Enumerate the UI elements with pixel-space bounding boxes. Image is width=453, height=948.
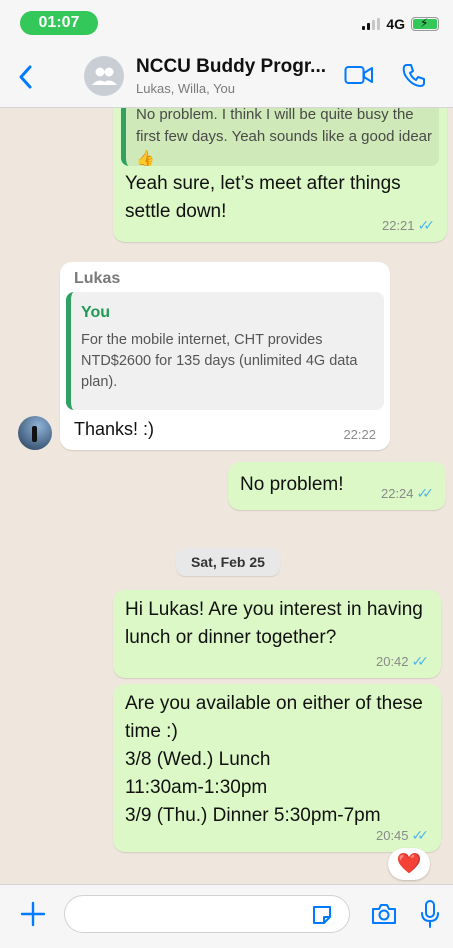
status-time: 01:07	[20, 11, 98, 35]
message-text: Are you available on either of these tim…	[125, 693, 423, 826]
quoted-text: For the mobile internet, CHT provides NT…	[81, 332, 358, 390]
message-bubble-outgoing[interactable]: No problem. I think I will be quite busy…	[113, 108, 447, 242]
signal-icon	[362, 18, 381, 30]
network-label: 4G	[386, 16, 405, 32]
message-meta: 22:21 ✓✓	[382, 217, 435, 234]
message-bubble-incoming[interactable]: Lukas You For the mobile internet, CHT p…	[60, 262, 390, 450]
chat-participants: Lukas, Willa, You	[136, 81, 236, 96]
group-avatar[interactable]	[84, 56, 124, 96]
quoted-sender: You	[81, 304, 111, 321]
message-text: Hi Lukas! Are you interest in having lun…	[125, 599, 423, 648]
message-bubble-outgoing[interactable]: No problem! 22:24 ✓✓	[228, 462, 446, 510]
sticker-button[interactable]	[310, 903, 334, 927]
message-input[interactable]	[64, 895, 350, 933]
message-time: 20:42	[375, 654, 409, 669]
message-time: 20:45	[375, 828, 409, 843]
message-time: 22:24	[380, 486, 414, 501]
status-bar: 01:07 4G ⚡	[0, 0, 453, 44]
message-meta: 22:24 ✓✓	[381, 485, 434, 502]
date-separator: Sat, Feb 25	[176, 548, 280, 576]
phone-icon	[402, 64, 425, 87]
video-call-button[interactable]	[344, 64, 374, 86]
message-input-bar	[0, 884, 453, 948]
chat-header: NCCU Buddy Progr... Lukas, Willa, You	[0, 44, 453, 108]
quoted-text: No problem. I think I will be quite busy…	[136, 108, 433, 167]
quoted-message[interactable]: You For the mobile internet, CHT provide…	[66, 292, 384, 410]
video-call-icon	[344, 66, 373, 84]
read-receipt-icon: ✓✓	[417, 217, 436, 233]
sender-name[interactable]: Lukas	[74, 270, 120, 288]
group-icon	[92, 67, 117, 85]
voice-call-button[interactable]	[401, 62, 427, 88]
camera-icon	[372, 904, 396, 924]
chat-messages[interactable]: No problem. I think I will be quite busy…	[0, 108, 453, 884]
camera-button[interactable]	[370, 901, 398, 927]
message-time: 22:21	[381, 218, 415, 233]
sender-avatar[interactable]	[18, 416, 52, 450]
attach-button[interactable]	[20, 901, 46, 927]
microphone-icon	[421, 900, 439, 928]
heart-reaction[interactable]: ❤️	[388, 848, 430, 880]
read-receipt-icon: ✓✓	[411, 827, 430, 843]
microphone-button[interactable]	[420, 899, 440, 929]
quoted-message[interactable]: No problem. I think I will be quite busy…	[121, 108, 439, 167]
plus-icon	[20, 901, 46, 927]
read-receipt-icon: ✓✓	[416, 485, 435, 501]
message-meta: 20:42 ✓✓	[376, 653, 429, 670]
status-indicators: 4G ⚡	[362, 14, 439, 34]
message-time: 22:22	[343, 427, 376, 442]
back-button[interactable]	[16, 64, 36, 90]
chevron-left-icon	[19, 65, 32, 89]
message-meta: 20:45 ✓✓	[376, 827, 429, 844]
sticker-icon	[313, 906, 331, 924]
message-meta: 22:22	[343, 427, 376, 442]
chat-title[interactable]: NCCU Buddy Progr...	[136, 56, 326, 78]
message-bubble-outgoing[interactable]: Hi Lukas! Are you interest in having lun…	[113, 590, 441, 678]
message-text: No problem!	[240, 474, 344, 495]
read-receipt-icon: ✓✓	[411, 653, 430, 669]
message-bubble-outgoing[interactable]: Are you available on either of these tim…	[113, 684, 441, 852]
battery-icon: ⚡	[411, 16, 439, 31]
message-text: Thanks! :)	[74, 419, 155, 439]
